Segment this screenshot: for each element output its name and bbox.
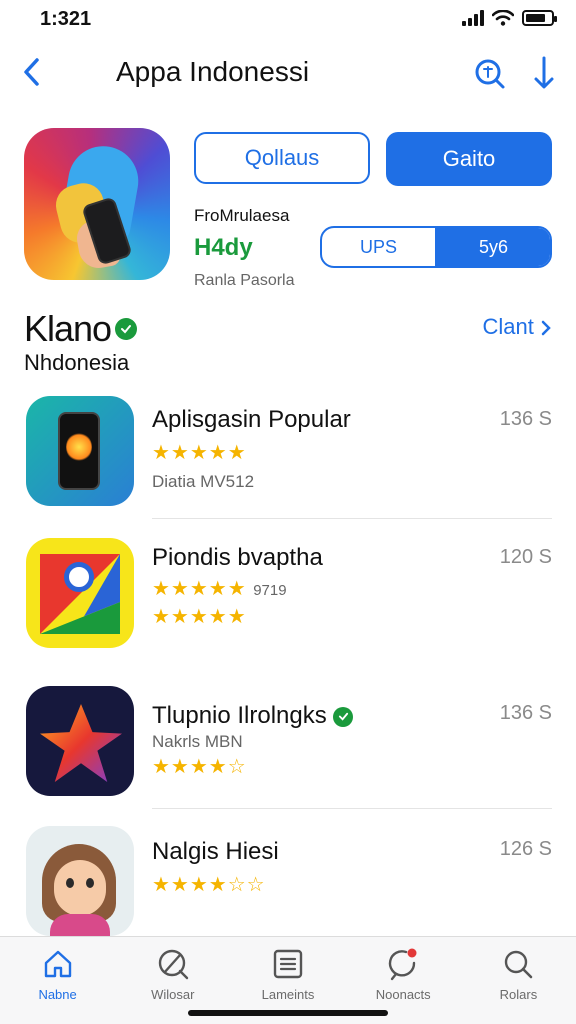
see-all-link[interactable]: Clant (483, 314, 552, 340)
back-button[interactable] (16, 54, 46, 90)
rating-stars: ★★★★★ 9719 (152, 576, 287, 601)
status-time: 1:321 (40, 8, 92, 30)
featured-app-publisher: Ranla Pasorla (194, 272, 295, 289)
app-icon (26, 396, 134, 506)
rating-stars-glyphs: ★★★★★ (152, 578, 247, 600)
tab-label: Wilosar (151, 987, 195, 1002)
app-size: 120 S (499, 546, 552, 568)
rating-stars-secondary: ★★★★★ (152, 606, 247, 628)
featured-app-subtitle: FroMrulaesa (194, 206, 290, 225)
list-item[interactable]: Aplisgasin Popular 136 S ★★★★★ Diatia MV… (0, 396, 576, 536)
notification-icon (385, 945, 421, 983)
segmented-control: UPS 5y6 (320, 226, 552, 268)
search-icon (475, 59, 505, 89)
verified-badge-icon (333, 706, 354, 727)
section-title-text: Klano (24, 308, 112, 349)
list-icon (270, 945, 306, 983)
chevron-left-icon (24, 58, 39, 86)
tab-label: Noonacts (375, 987, 431, 1002)
app-name: Tlupnio Ilrolngks (152, 702, 327, 729)
tab-search[interactable]: Rolars (461, 937, 576, 1024)
app-name: Piondis bvaptha (152, 544, 323, 571)
download-icon (534, 56, 554, 89)
tab-label: Lameints (261, 987, 315, 1002)
get-button[interactable]: Gaito (386, 132, 552, 186)
secondary-button[interactable]: Qollaus (194, 132, 370, 184)
nav-bar: Appa Indonessi (0, 46, 576, 102)
app-name: Nalgis Hiesi (152, 838, 279, 865)
home-icon (40, 945, 76, 983)
search-icon (500, 945, 536, 983)
app-name-wrap: Tlupnio Ilrolngks (152, 702, 354, 730)
download-button[interactable] (530, 54, 558, 94)
page-title: Appa Indonessi (116, 56, 310, 87)
divider (152, 518, 552, 519)
status-bar: 1:321 (0, 0, 576, 40)
section-subtitle: Nhdonesia (24, 350, 130, 375)
app-size: 126 S (499, 838, 552, 860)
cellular-signal-icon (462, 10, 484, 26)
list-item[interactable]: Tlupnio Ilrolngks 136 S Nakrls MBN ★★★★☆ (0, 686, 576, 826)
rating-stars: ★★★★★ (152, 442, 247, 464)
status-icons (462, 10, 557, 26)
app-icon (26, 826, 134, 936)
see-all-label: Clant (482, 314, 534, 339)
rating-count: 9719 (253, 582, 287, 599)
search-button[interactable] (472, 56, 508, 92)
battery-icon (522, 10, 557, 26)
section-title: Klano (24, 308, 138, 350)
divider (152, 808, 552, 809)
app-size: 136 S (499, 408, 552, 430)
verified-badge-icon (115, 318, 138, 340)
rating-stars: ★★★★☆ (152, 756, 247, 778)
app-meta: Nakrls MBN (152, 732, 243, 751)
app-name: Aplisgasin Popular (152, 406, 351, 433)
list-item[interactable]: Piondis bvaptha 120 S ★★★★★ 9719 ★★★★★ (0, 538, 576, 678)
segment-right[interactable]: 5y6 (437, 228, 550, 266)
compass-icon (155, 945, 191, 983)
wifi-icon (492, 10, 514, 26)
chevron-right-icon (541, 320, 551, 336)
tab-label: Rolars (499, 987, 538, 1002)
featured-app-icon[interactable] (24, 128, 170, 280)
segment-left[interactable]: UPS (322, 228, 435, 266)
app-size: 136 S (499, 702, 552, 724)
app-meta: Diatia MV512 (152, 472, 255, 491)
tab-label: Nabne (38, 987, 77, 1002)
app-icon (26, 686, 134, 796)
featured-app-rating: H4dy (194, 234, 253, 261)
rating-stars: ★★★★☆☆ (152, 874, 266, 896)
tab-home[interactable]: Nabne (0, 937, 115, 1024)
home-indicator (188, 1010, 388, 1016)
app-icon (26, 538, 134, 648)
